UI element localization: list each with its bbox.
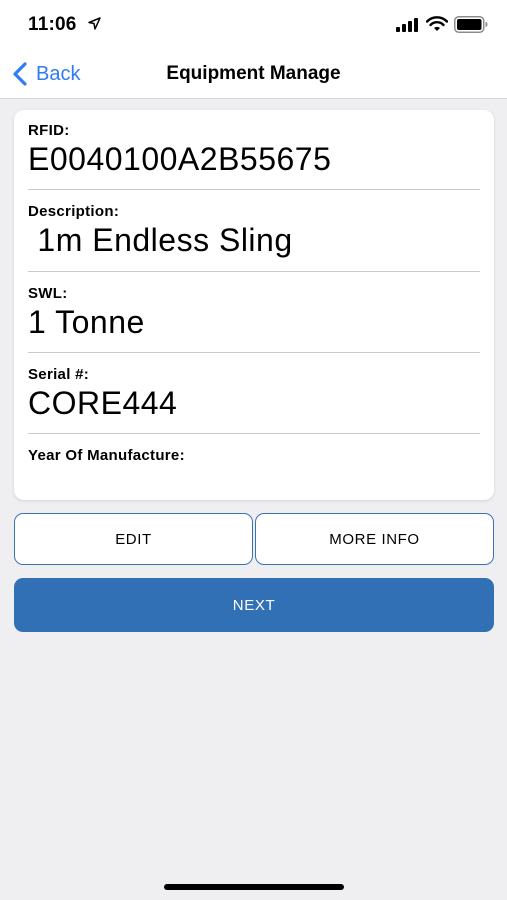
divider xyxy=(28,189,480,190)
swl-value: 1 Tonne xyxy=(28,304,145,340)
rfid-value: E0040100A2B55675 xyxy=(28,141,332,177)
divider xyxy=(28,271,480,272)
divider xyxy=(28,352,480,353)
divider xyxy=(28,433,480,434)
serial-value: CORE444 xyxy=(28,385,178,421)
back-button[interactable]: Back xyxy=(12,60,80,88)
status-time: 11:06 xyxy=(28,14,77,35)
rfid-label: RFID: xyxy=(28,122,70,139)
rfid-field: RFID: E0040100A2B55675 xyxy=(28,122,480,178)
year-of-manufacture-field: Year Of Manufacture: xyxy=(28,447,480,466)
serial-field: Serial #: CORE444 xyxy=(28,366,480,422)
year-of-manufacture-label: Year Of Manufacture: xyxy=(28,447,185,464)
description-field: Description: 1m Endless Sling xyxy=(28,203,480,259)
chevron-left-icon xyxy=(13,62,27,86)
description-label: Description: xyxy=(28,203,120,220)
next-button[interactable]: NEXT xyxy=(14,578,494,632)
equipment-manage-screen: 11:06 Equipment Manage Back RFID: E00401… xyxy=(0,0,507,900)
status-bar: 11:06 xyxy=(0,0,507,50)
cellular-signal-icon xyxy=(396,18,418,32)
more-info-button[interactable]: MORE INFO xyxy=(255,513,494,565)
battery-icon xyxy=(454,16,488,33)
wifi-icon xyxy=(426,16,448,31)
home-indicator[interactable] xyxy=(164,884,344,890)
back-label: Back xyxy=(36,62,81,85)
equipment-details-card: RFID: E0040100A2B55675 Description: 1m E… xyxy=(14,110,494,500)
swl-label: SWL: xyxy=(28,285,68,302)
navigation-bar: Equipment Manage Back xyxy=(0,50,507,99)
swl-field: SWL: 1 Tonne xyxy=(28,285,480,341)
description-value: 1m Endless Sling xyxy=(28,222,293,258)
edit-button[interactable]: EDIT xyxy=(14,513,253,565)
location-arrow-icon xyxy=(88,17,101,30)
serial-label: Serial #: xyxy=(28,366,90,383)
